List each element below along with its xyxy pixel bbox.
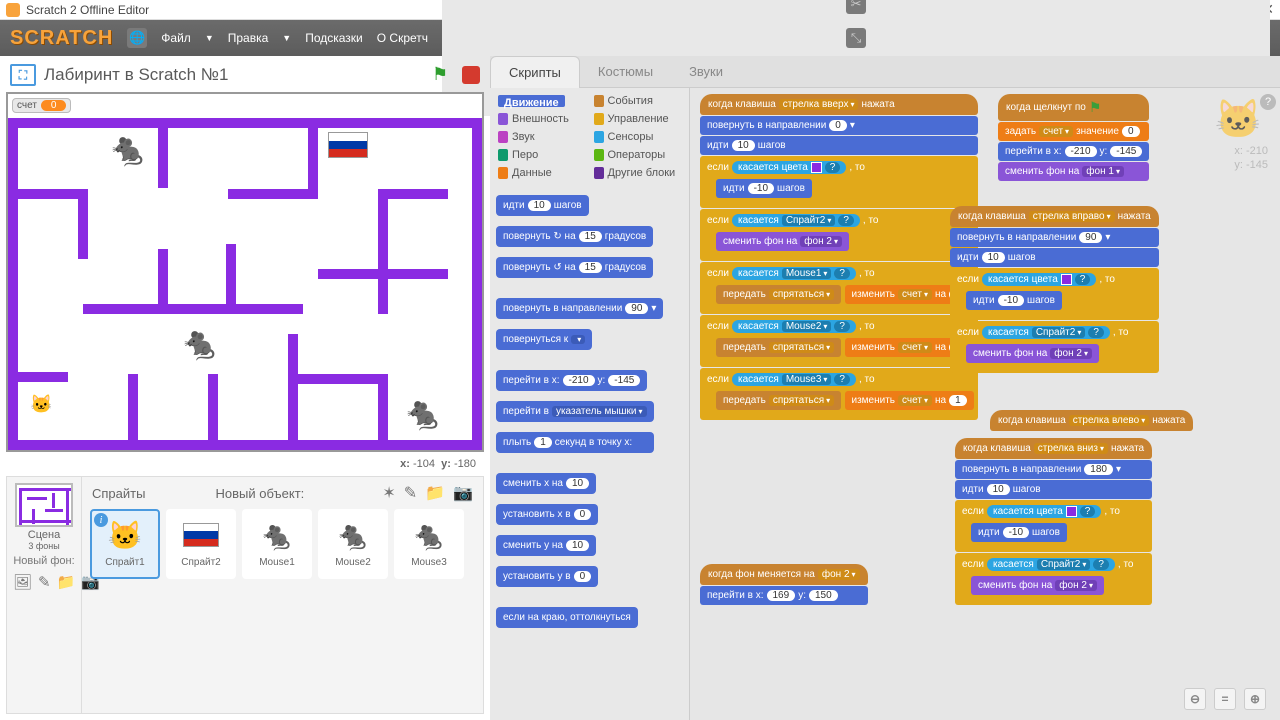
sprite-paint-icon[interactable]: ✎ [404,483,417,503]
menu-about[interactable]: О Скретч [377,31,428,45]
duplicate-icon[interactable]: ✂ [846,0,866,14]
menu-tips[interactable]: Подсказки [305,31,363,45]
globe-icon[interactable]: 🌐 [127,28,147,48]
script-stack[interactable]: когда клавишастрелка вверхнажата поверну… [700,94,978,420]
block-point-dir[interactable]: повернуть в направлении90▾ [496,298,663,319]
stage-backdrops: 3 фоны [11,541,77,551]
sprites-label: Спрайты [92,486,145,501]
script-stack[interactable]: когда клавишастрелка влевонажата [990,410,1193,431]
new-object-label: Новый объект: [216,486,305,501]
menu-file[interactable]: Файл [161,31,191,45]
tab-sounds[interactable]: Звуки [671,56,741,87]
mouse-sprite: 🐁 [403,394,443,432]
block-turn-cw[interactable]: повернуть ↻ на15градусов [496,226,653,247]
tabs: Скрипты Костюмы Звуки [490,56,1280,88]
stage-label: Сцена [11,529,77,541]
block-goto[interactable]: перейти вуказатель мышки [496,401,654,422]
sprite-xy-label: x: -210y: -145 [1234,144,1268,172]
block-change-y[interactable]: сменить y на10 [496,535,596,556]
sprite-item[interactable]: i🐱Спрайт1 [90,509,160,579]
category-data[interactable]: Данные [494,164,590,182]
backdrop-upload-icon[interactable]: 📁 [57,573,76,591]
zoom-reset-icon[interactable]: = [1214,688,1236,710]
project-title[interactable]: Лабиринт в Scratch №1 [44,65,424,85]
stop-button[interactable] [462,66,480,84]
sprite-upload-icon[interactable]: 📁 [425,483,445,503]
block-set-x[interactable]: установить x в0 [496,504,598,525]
category-events[interactable]: События [590,92,686,110]
block-palette: Движение События Внешность Управление Зв… [490,88,690,720]
script-stack[interactable]: когда клавишастрелка внизнажата повернут… [955,438,1152,605]
cat-sprite: 🐱 [30,394,52,415]
category-pen[interactable]: Перо [494,146,590,164]
category-sound[interactable]: Звук [494,128,590,146]
script-stack[interactable]: когда щелкнут по⚑ задатьсчетзначение0 пе… [998,94,1149,181]
score-monitor[interactable]: счет0 [12,98,71,113]
tab-scripts[interactable]: Скрипты [490,56,580,88]
category-looks[interactable]: Внешность [494,110,590,128]
script-stack[interactable]: когда фон меняется нафон 2 перейти в x:1… [700,564,868,605]
block-goto-xy[interactable]: перейти в x:-210y:-145 [496,370,647,391]
green-flag-icon[interactable]: ⚑ [432,64,454,86]
script-canvas[interactable]: ? 🐱 x: -210y: -145 когда клавишастрелка … [690,88,1280,720]
block-turn-ccw[interactable]: повернуть ↺ на15градусов [496,257,653,278]
stage-thumbnail[interactable] [15,483,73,527]
scratch-logo[interactable]: SCRATCH [10,27,113,50]
backdrop-library-icon[interactable]: 🖼 [13,573,32,591]
zoom-controls: ⊖ = ⊕ [1184,688,1266,710]
menu-edit[interactable]: Правка [228,31,269,45]
category-list: Движение События Внешность Управление Зв… [494,92,685,182]
block-glide[interactable]: плыть1секунд в точку x: [496,432,654,453]
category-motion[interactable]: Движение [494,92,590,110]
sprite-item[interactable]: 🐁Mouse1 [242,509,312,579]
sprite-panel: Сцена 3 фоны Новый фон: 🖼 ✎ 📁 📷 Спрайты … [6,476,484,714]
category-control[interactable]: Управление [590,110,686,128]
block-move[interactable]: идти10шагов [496,195,589,216]
zoom-in-icon[interactable]: ⊕ [1244,688,1266,710]
stage[interactable]: счет0 [6,92,484,452]
category-sensing[interactable]: Сенсоры [590,128,686,146]
block-point-to[interactable]: повернуться к [496,329,592,350]
sprite-item[interactable]: Спрайт2 [166,509,236,579]
stage-coords: x: -104 y: -180 [6,456,484,472]
stage-header: ⛶ Лабиринт в Scratch №1 ⚑ [6,62,484,88]
app-icon [6,3,20,17]
menubar: SCRATCH 🌐 Файл▼ Правка▼ Подсказки О Скре… [0,20,1280,56]
sprite-camera-icon[interactable]: 📷 [453,483,473,503]
canvas-help-icon[interactable]: ? [1260,94,1276,110]
category-more[interactable]: Другие блоки [590,164,686,182]
script-stack[interactable]: когда клавишастрелка вправонажата поверн… [950,206,1159,373]
zoom-out-icon[interactable]: ⊖ [1184,688,1206,710]
new-backdrop-label: Новый фон: [11,551,77,571]
tab-costumes[interactable]: Костюмы [580,56,671,87]
grow-icon[interactable]: ⤡ [846,28,866,48]
sprite-library-icon[interactable]: ✶ [382,483,395,503]
info-icon[interactable]: i [94,513,108,527]
block-change-x[interactable]: сменить x на10 [496,473,596,494]
block-set-y[interactable]: установить y в0 [496,566,598,587]
window-title: Scratch 2 Offline Editor [26,3,149,17]
sprite-thumbnail-icon: 🐱 [1215,98,1262,142]
fullscreen-icon[interactable]: ⛶ [10,64,36,86]
backdrop-paint-icon[interactable]: ✎ [38,573,51,591]
mouse-sprite: 🐁 [180,324,220,362]
category-operators[interactable]: Операторы [590,146,686,164]
block-edge-bounce[interactable]: если на краю, оттолкнуться [496,607,638,628]
flag-sprite [328,132,368,158]
sprite-item[interactable]: 🐁Mouse3 [394,509,464,579]
sprite-item[interactable]: 🐁Mouse2 [318,509,388,579]
mouse-sprite: 🐁 [108,130,148,168]
